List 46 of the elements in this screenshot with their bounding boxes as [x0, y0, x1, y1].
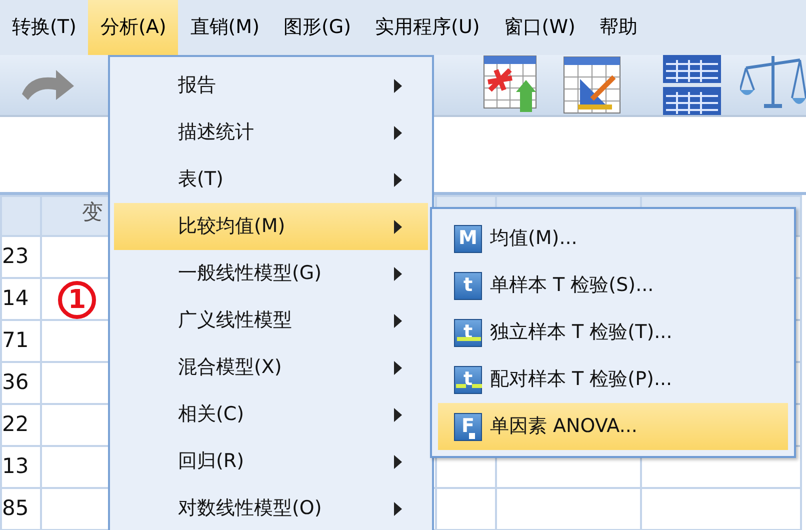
menu-item[interactable]: 帮助: [587, 0, 650, 55]
table-cell: 85: [3, 496, 29, 520]
menu-item[interactable]: 直销(M): [178, 0, 272, 55]
submenu-arrow-icon: [394, 78, 402, 92]
menu-item[interactable]: 广义线性模型: [114, 297, 428, 344]
grid-ruler-icon[interactable]: [562, 55, 622, 115]
table-cell: 71: [3, 328, 29, 352]
submenu-arrow-icon: [394, 126, 402, 140]
submenu-arrow-icon: [394, 502, 402, 516]
menu-item[interactable]: 实用程序(U): [363, 0, 492, 55]
menu-item[interactable]: 回归(R): [114, 438, 428, 485]
redo-icon[interactable]: [20, 68, 76, 102]
menu-item[interactable]: 转换(T): [0, 0, 88, 55]
menu-item[interactable]: 比较均值(M): [114, 203, 428, 250]
menu-item[interactable]: t 单样本 T 检验(S)...: [438, 262, 788, 309]
submenu-arrow-icon: [394, 408, 402, 422]
test-badge-icon: F: [454, 412, 482, 440]
submenu-arrow-icon: [394, 314, 402, 328]
menu-item[interactable]: 对数线性模型(O): [114, 485, 428, 530]
menu-item[interactable]: 混合模型(X): [114, 344, 428, 391]
submenu-arrow-icon: [394, 172, 402, 186]
menu-item[interactable]: 窗口(W): [492, 0, 588, 55]
menu-item[interactable]: 表(T): [114, 156, 428, 203]
table-cell: 23: [3, 244, 29, 268]
menu-item[interactable]: M 均值(M)...: [438, 215, 788, 262]
table-cell: 14: [3, 286, 29, 310]
column-header[interactable]: 变: [82, 200, 103, 224]
letter-badge-icon: t: [454, 272, 482, 300]
step-annotation: 1: [58, 281, 96, 319]
menu-item[interactable]: 描述统计: [114, 109, 428, 156]
tables-icon[interactable]: [662, 54, 722, 116]
menu-item[interactable]: 一般线性模型(G): [114, 250, 428, 297]
submenu-arrow-icon: [394, 454, 402, 468]
letter-badge-icon: M: [454, 224, 482, 252]
table-cell: 13: [3, 454, 29, 478]
menu-item[interactable]: 图形(G): [271, 0, 364, 55]
table-cell: 22: [3, 412, 29, 436]
menu-item[interactable]: 相关(C): [114, 391, 428, 438]
menu-item[interactable]: t 配对样本 T 检验(P)...: [438, 356, 788, 403]
test-badge-icon: t: [454, 366, 482, 394]
menu-item[interactable]: F 单因素 ANOVA...: [438, 403, 788, 450]
submenu-arrow-icon: [394, 266, 402, 280]
submenu-arrow-icon: [394, 360, 402, 374]
table-cell: 36: [3, 370, 29, 394]
submenu-arrow-icon: [394, 220, 402, 234]
menu-item[interactable]: 分析(A): [88, 0, 178, 55]
